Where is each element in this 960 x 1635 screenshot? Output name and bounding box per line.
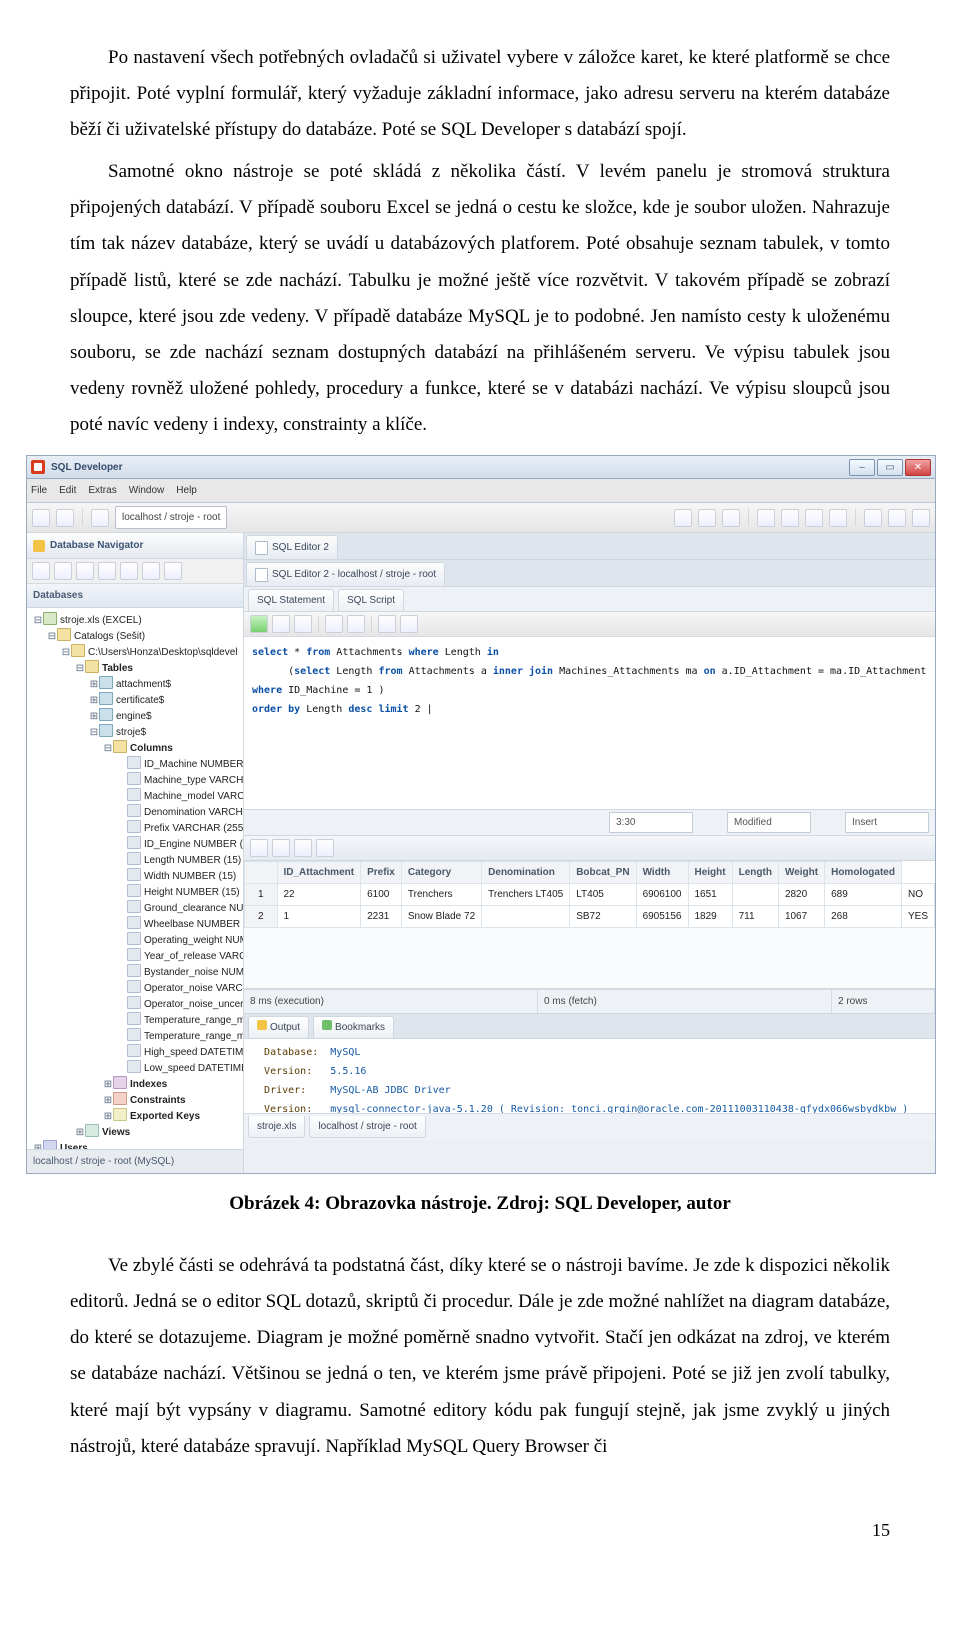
run-icon[interactable] bbox=[250, 615, 268, 633]
results-toolbar-icon[interactable] bbox=[272, 839, 290, 857]
results-grid[interactable]: ID_AttachmentPrefixCategoryDenominationB… bbox=[244, 861, 935, 989]
tab-output[interactable]: Output bbox=[248, 1016, 309, 1038]
toolbar-icon[interactable] bbox=[698, 509, 716, 527]
insert-mode: Insert bbox=[845, 812, 929, 833]
nav-toolbar-icon[interactable] bbox=[54, 562, 72, 580]
sql-editor[interactable]: select * from Attachments where Length i… bbox=[244, 637, 935, 810]
nav-toolbar-icon[interactable] bbox=[120, 562, 138, 580]
paragraph-2: Samotné okno nástroje se poté skládá z n… bbox=[70, 154, 890, 443]
toolbar-icon[interactable] bbox=[674, 509, 692, 527]
database-tree[interactable]: ⊟stroje.xls (EXCEL) ⊟Catalogs (Sešit) ⊟C… bbox=[27, 608, 243, 1149]
fetch-time: 0 ms (fetch) bbox=[538, 990, 832, 1013]
editor-toolbar-icon[interactable] bbox=[347, 615, 365, 633]
window-title: SQL Developer bbox=[51, 458, 849, 477]
toolbar-icon[interactable] bbox=[757, 509, 775, 527]
navigator-toolbar bbox=[27, 559, 243, 584]
editor-toolbar-icon[interactable] bbox=[272, 615, 290, 633]
results-toolbar-icon[interactable] bbox=[250, 839, 268, 857]
bottom-tab-mysql[interactable]: localhost / stroje - root bbox=[309, 1116, 425, 1138]
row-count: 2 rows bbox=[832, 990, 935, 1013]
databases-header: Databases bbox=[27, 584, 243, 608]
results-toolbar bbox=[244, 836, 935, 861]
nav-toolbar-icon[interactable] bbox=[76, 562, 94, 580]
cursor-time: 3:30 bbox=[609, 812, 693, 833]
navigator-panel: Database Navigator Databases ⊟stroje.xls… bbox=[27, 533, 244, 1173]
toolbar-icon[interactable] bbox=[722, 509, 740, 527]
tab-sql-editor-2[interactable]: SQL Editor 2 - localhost / stroje - root bbox=[246, 562, 445, 586]
nav-toolbar-icon[interactable] bbox=[164, 562, 182, 580]
modified-flag: Modified bbox=[727, 812, 811, 833]
main-toolbar: localhost / stroje - root bbox=[27, 503, 935, 533]
nav-toolbar-icon[interactable] bbox=[98, 562, 116, 580]
editor-toolbar bbox=[244, 612, 935, 637]
editor-tabs: SQL Editor 2 bbox=[244, 533, 935, 560]
toolbar-icon[interactable] bbox=[829, 509, 847, 527]
minimize-button[interactable]: – bbox=[849, 459, 875, 476]
menu-window[interactable]: Window bbox=[129, 481, 165, 500]
toolbar-icon[interactable] bbox=[888, 509, 906, 527]
paragraph-3: Ve zbylé části se odehrává ta podstatná … bbox=[70, 1248, 890, 1465]
menubar: File Edit Extras Window Help bbox=[27, 479, 935, 503]
nav-toolbar-icon[interactable] bbox=[32, 562, 50, 580]
tab-sql-editor-1[interactable]: SQL Editor 2 bbox=[246, 535, 338, 559]
editor-toolbar-icon[interactable] bbox=[400, 615, 418, 633]
maximize-button[interactable]: ▭ bbox=[877, 459, 903, 476]
subtab-script[interactable]: SQL Script bbox=[338, 589, 404, 611]
doc-icon bbox=[255, 568, 268, 582]
app-icon bbox=[31, 460, 45, 474]
page-number: 15 bbox=[70, 1513, 890, 1547]
query-statusbar: 8 ms (execution) 0 ms (fetch) 2 rows bbox=[244, 989, 935, 1014]
menu-extras[interactable]: Extras bbox=[88, 481, 116, 500]
tab-bookmarks[interactable]: Bookmarks bbox=[313, 1016, 394, 1038]
toolbar-icon[interactable] bbox=[91, 509, 109, 527]
paragraph-1: Po nastavení všech potřebných ovladačů s… bbox=[70, 40, 890, 148]
editor-toolbar-icon[interactable] bbox=[325, 615, 343, 633]
titlebar: SQL Developer – ▭ ✕ bbox=[27, 456, 935, 479]
navigator-tab[interactable]: Database Navigator bbox=[27, 533, 243, 559]
screenshot: SQL Developer – ▭ ✕ File Edit Extras Win… bbox=[26, 455, 936, 1174]
close-button[interactable]: ✕ bbox=[905, 459, 931, 476]
exec-time: 8 ms (execution) bbox=[244, 990, 538, 1013]
menu-file[interactable]: File bbox=[31, 481, 47, 500]
navigator-footer: localhost / stroje - root (MySQL) bbox=[27, 1149, 243, 1173]
toolbar-icon[interactable] bbox=[56, 509, 74, 527]
doc-icon bbox=[255, 541, 268, 555]
results-toolbar-icon[interactable] bbox=[316, 839, 334, 857]
editor-toolbar-icon[interactable] bbox=[378, 615, 396, 633]
toolbar-icon[interactable] bbox=[32, 509, 50, 527]
toolbar-icon[interactable] bbox=[912, 509, 930, 527]
connection-crumb[interactable]: localhost / stroje - root bbox=[115, 506, 227, 529]
nav-toolbar-icon[interactable] bbox=[142, 562, 160, 580]
menu-edit[interactable]: Edit bbox=[59, 481, 76, 500]
subtab-statement[interactable]: SQL Statement bbox=[248, 589, 334, 611]
figure-caption: Obrázek 4: Obrazovka nástroje. Zdroj: SQ… bbox=[70, 1186, 890, 1222]
bottom-tab-excel[interactable]: stroje.xls bbox=[248, 1116, 305, 1138]
toolbar-icon[interactable] bbox=[781, 509, 799, 527]
results-toolbar-icon[interactable] bbox=[294, 839, 312, 857]
menu-help[interactable]: Help bbox=[176, 481, 197, 500]
editor-statusbar: 3:30 Modified Insert bbox=[244, 810, 935, 836]
toolbar-icon[interactable] bbox=[864, 509, 882, 527]
navigator-icon bbox=[33, 540, 45, 552]
editor-toolbar-icon[interactable] bbox=[294, 615, 312, 633]
output-panel: Database: MySQL Version: 5.5.16 Driver: … bbox=[244, 1039, 935, 1113]
toolbar-icon[interactable] bbox=[805, 509, 823, 527]
